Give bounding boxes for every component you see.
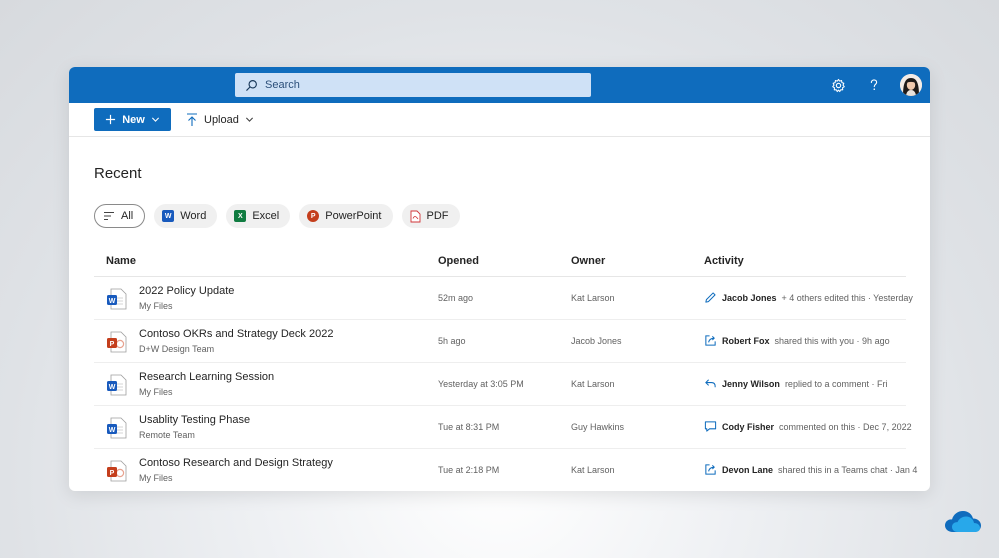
filter-powerpoint[interactable]: P PowerPoint [299,204,393,228]
plus-icon [106,114,116,125]
search-icon [246,79,257,91]
filter-label: PowerPoint [325,210,382,222]
owner-name: Kat Larson [571,465,615,475]
word-file-icon: W [107,417,127,439]
word-icon: W [162,210,175,222]
table-row[interactable]: W Research Learning Session My Files Yes… [94,363,906,406]
file-location: Remote Team [139,430,195,440]
column-header-activity[interactable]: Activity [704,255,744,267]
top-bar: Search [69,67,930,103]
table-row[interactable]: P Contoso Research and Design Strategy M… [94,449,917,491]
owner-name: Guy Hawkins [571,422,625,432]
activity-person[interactable]: Robert Fox [722,336,770,346]
search-input[interactable]: Search [265,79,300,91]
chevron-down-icon [151,117,159,122]
activity-text: shared this in a Teams chat · Jan 4 [778,464,918,475]
activity: Cody Fisher commented on this · Dec 7, 2… [704,420,912,433]
avatar-icon [900,74,922,96]
activity-text: shared this with you · 9h ago [774,335,890,346]
pencil-icon [705,292,716,303]
word-file-icon: W [107,288,127,310]
gear-icon [831,78,845,92]
settings-button[interactable] [828,75,848,95]
filter-word[interactable]: W Word [154,204,218,228]
table-row[interactable]: W 2022 Policy Update My Files 52m ago Ka… [94,277,913,320]
file-location: My Files [139,473,173,483]
powerpoint-file-icon: P [107,331,127,353]
list-icon [104,211,114,221]
file-name[interactable]: Contoso OKRs and Strategy Deck 2022 [139,328,333,340]
opened-time: 52m ago [438,293,474,303]
table-row[interactable]: W Usablity Testing Phase Remote Team Tue… [94,406,912,449]
activity-text: + 4 others edited this · Yesterday [781,292,913,303]
column-header-owner[interactable]: Owner [571,255,605,267]
share-icon [705,464,716,475]
file-name[interactable]: Research Learning Session [139,371,274,383]
table-header: Name Opened Owner Activity [94,247,906,277]
opened-time: Tue at 2:18 PM [438,465,500,475]
activity-text: replied to a comment · Fri [784,378,888,389]
table-row[interactable]: P Contoso OKRs and Strategy Deck 2022 D+… [94,320,906,363]
svg-text:W: W [109,298,116,305]
activity-text: commented on this · Dec 7, 2022 [779,421,912,432]
activity-person[interactable]: Jenny Wilson [722,379,780,389]
file-location: D+W Design Team [139,344,215,354]
svg-text:W: W [109,384,116,391]
word-file-icon: W [107,374,127,396]
filter-label: Excel [252,210,280,222]
file-name[interactable]: Usablity Testing Phase [139,414,250,426]
owner-name: Kat Larson [571,293,615,303]
share-icon [705,335,716,346]
section-title: Recent [94,165,142,182]
upload-button[interactable]: Upload [186,108,254,131]
owner-name: Jacob Jones [571,336,622,346]
new-button-label: New [122,113,145,126]
filter-excel[interactable]: X Excel [226,204,291,228]
activity-person[interactable]: Devon Lane [722,465,773,475]
chevron-down-icon [245,117,253,122]
opened-time: Yesterday at 3:05 PM [438,379,524,389]
help-icon [870,79,878,90]
pdf-icon [410,210,420,222]
activity: Devon Lane shared this in a Teams chat ·… [704,463,917,476]
filter-label: All [121,210,134,222]
powerpoint-file-icon: P [107,460,127,482]
file-name[interactable]: Contoso Research and Design Strategy [139,457,333,469]
search-box[interactable]: Search [235,73,591,97]
file-type-filters: All W Word X Excel P PowerPoint PDF [94,204,460,228]
onedrive-cloud-icon [945,511,981,532]
svg-text:W: W [109,427,116,434]
upload-icon [187,112,197,126]
upload-button-label: Upload [204,113,239,126]
file-location: My Files [139,387,173,397]
activity: Jenny Wilson replied to a comment · Fri [704,377,887,390]
activity: Robert Fox shared this with you · 9h ago [704,334,890,347]
owner-name: Kat Larson [571,379,615,389]
svg-text:P: P [110,470,115,477]
powerpoint-icon: P [307,210,320,222]
user-avatar[interactable] [900,74,922,96]
opened-time: 5h ago [438,336,466,346]
new-button[interactable]: New [94,108,171,131]
recent-files-table: Name Opened Owner Activity W 2022 Policy… [94,247,917,491]
opened-time: Tue at 8:31 PM [438,422,500,432]
filter-label: Word [180,210,207,222]
filter-all[interactable]: All [94,204,146,228]
filter-pdf[interactable]: PDF [401,204,460,228]
column-header-name[interactable]: Name [106,255,136,267]
help-button[interactable] [864,75,884,95]
onedrive-window: Search New Upload Recent All W Word X Ex… [69,67,930,491]
activity: Jacob Jones + 4 others edited this · Yes… [704,291,913,304]
reply-icon [705,379,716,388]
command-bar: New Upload [69,103,930,137]
comment-icon [704,421,717,432]
excel-icon: X [234,210,247,222]
svg-text:P: P [110,341,115,348]
file-name[interactable]: 2022 Policy Update [139,285,234,297]
filter-label: PDF [426,210,449,222]
activity-person[interactable]: Cody Fisher [722,422,774,432]
activity-person[interactable]: Jacob Jones [722,293,777,303]
file-location: My Files [139,301,173,311]
column-header-opened[interactable]: Opened [438,255,479,267]
